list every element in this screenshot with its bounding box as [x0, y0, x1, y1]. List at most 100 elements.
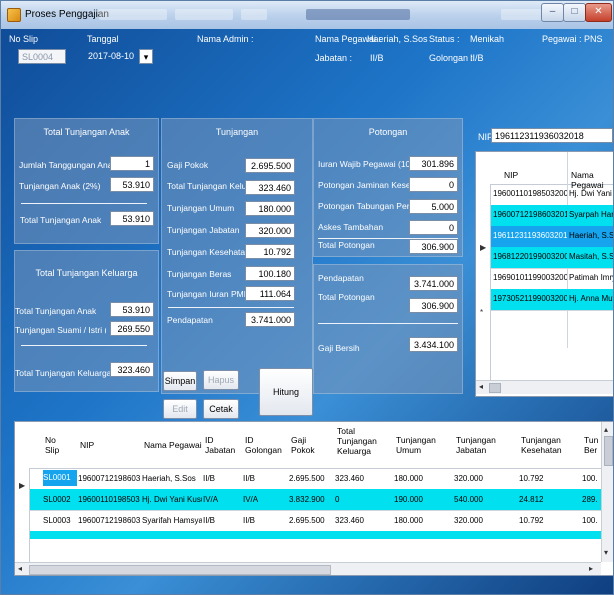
potongan-jaminan-field[interactable]: 0	[409, 177, 458, 192]
tunjangan-kesehatan-field[interactable]: 10.792	[245, 244, 295, 259]
table-cell[interactable]: SL0002	[43, 495, 77, 504]
keluarga-anak-field[interactable]: 53.910	[110, 302, 154, 317]
column-header-tunjangan-kesehatan[interactable]: Tunjangan Kesehatan	[521, 435, 562, 455]
column-header-nama-pegawai[interactable]: Nama Pegawai	[144, 440, 202, 450]
column-header-gaji-pokok[interactable]: Gaji Pokok	[291, 435, 315, 455]
edit-button[interactable]: Edit	[163, 399, 197, 419]
maximize-button[interactable]: □	[563, 3, 586, 22]
total-potongan-field[interactable]: 306.900	[409, 239, 458, 254]
jumlah-anak-field[interactable]: 1	[110, 156, 154, 171]
cell-nama[interactable]: Hj. Anna Mutay	[569, 294, 613, 303]
table-row[interactable]: SL0003196007121986032018Syarifah Hamsyah…	[30, 510, 601, 532]
scroll-thumb[interactable]	[489, 383, 501, 393]
cell-nip[interactable]: 196812201990032008	[493, 252, 567, 261]
pegawai-grid[interactable]: NIP Nama Pegawai 196001101985032009 Hj. D…	[475, 151, 613, 397]
table-row[interactable]: SL0001196007121986032018Haeriah, S.SosII…	[30, 468, 601, 490]
table-cell[interactable]: 196001101985032009	[78, 495, 140, 504]
suami-istri-field[interactable]: 269.550	[110, 321, 154, 336]
cell-nama[interactable]: Haeriah, S.Sos	[569, 231, 613, 240]
column-header-tunjangan-jabatan[interactable]: Tunjangan Jabatan	[456, 435, 496, 455]
cell-nama[interactable]: Patimah Imry, S.	[569, 273, 613, 282]
tunjangan-beras-field[interactable]: 100.180	[245, 266, 295, 281]
hitung-button[interactable]: Hitung	[259, 368, 313, 416]
simpan-button[interactable]: Simpan	[163, 371, 197, 391]
cell-nip[interactable]: 197305211990032005	[493, 294, 567, 303]
table-cell[interactable]: 196007121986032018	[78, 474, 140, 483]
table-cell[interactable]: SL0001	[43, 470, 77, 486]
table-cell[interactable]: 10.792	[519, 474, 581, 483]
scroll-left-icon[interactable]: ◂	[479, 382, 483, 391]
table-cell[interactable]: 2.695.500	[289, 516, 333, 525]
date-dropdown-button[interactable]: ▾	[139, 49, 153, 64]
scroll-up-icon[interactable]: ▴	[604, 425, 608, 434]
tunjangan-iuran-pmd-field[interactable]: 111.064	[245, 286, 295, 301]
table-cell[interactable]: Hj. Dwi Yani Kusuma,	[142, 495, 202, 504]
table-cell[interactable]: 3.832.900	[289, 495, 333, 504]
close-button[interactable]: ✕	[585, 3, 612, 22]
table-cell[interactable]: II/B	[243, 516, 287, 525]
new-row[interactable]	[30, 531, 601, 539]
column-header-nip[interactable]: NIP	[504, 170, 518, 180]
cell-nip[interactable]: 196007121986032018	[493, 210, 567, 219]
tunjangan-anak-field[interactable]: 53.910	[110, 177, 154, 192]
cetak-button[interactable]: Cetak	[203, 399, 239, 419]
column-header-id-jabatan[interactable]: ID Jabatan	[205, 435, 235, 455]
potongan-tabungan-field[interactable]: 5.000	[409, 199, 458, 214]
table-cell[interactable]: Syarifah Hamsyah, S.	[142, 516, 202, 525]
cell-nip[interactable]: 196112311936032018	[493, 231, 567, 240]
horizontal-scrollbar[interactable]: ◂ ▸	[15, 562, 601, 575]
hapus-button[interactable]: Hapus	[203, 370, 239, 390]
total-tunjangan-anak-field[interactable]: 53.910	[110, 211, 154, 226]
iuran-wajib-field[interactable]: 301.896	[409, 156, 458, 171]
column-header-no-slip[interactable]: No Slip	[45, 435, 71, 455]
column-header-id-golongan[interactable]: ID Golongan	[245, 435, 282, 455]
table-row[interactable]: 197305211990032005Hj. Anna Mutay	[491, 289, 613, 311]
horizontal-scrollbar[interactable]: ◂	[476, 380, 613, 394]
table-cell[interactable]: 320.000	[454, 474, 518, 483]
total-keluarga-field[interactable]: 323.460	[110, 362, 154, 377]
no-slip-field[interactable]: SL0004	[18, 49, 66, 64]
gaji-pokok-field[interactable]: 2.695.500	[245, 158, 295, 173]
table-cell[interactable]: II/B	[203, 516, 241, 525]
scroll-thumb[interactable]	[29, 565, 331, 575]
table-cell[interactable]: 24.812	[519, 495, 581, 504]
table-cell[interactable]: SL0003	[43, 516, 77, 525]
cell-nip[interactable]: 196001101985032009	[493, 189, 567, 198]
table-cell[interactable]: 100.	[582, 516, 600, 525]
table-cell[interactable]: IV/A	[243, 495, 287, 504]
table-cell[interactable]: 10.792	[519, 516, 581, 525]
table-row[interactable]: SL0002196001101985032009Hj. Dwi Yani Kus…	[30, 489, 601, 511]
table-cell[interactable]: 180.000	[394, 516, 452, 525]
cell-nama[interactable]: Hj. Dwi Yani Ku	[569, 189, 613, 198]
table-cell[interactable]: 289.	[582, 495, 600, 504]
table-row[interactable]: 196901011990032005Patimah Imry, S.	[491, 268, 613, 290]
table-cell[interactable]: IV/A	[203, 495, 241, 504]
gaji-potongan-field[interactable]: 306.900	[409, 298, 458, 313]
tunjangan-umum-field[interactable]: 180.000	[245, 201, 295, 216]
scroll-right-icon[interactable]: ▸	[589, 564, 593, 573]
table-cell[interactable]: II/B	[203, 474, 241, 483]
vertical-scrollbar[interactable]: ▴ ▾	[601, 422, 613, 562]
table-row[interactable]: 196112311936032018Haeriah, S.Sos	[491, 226, 613, 248]
table-cell[interactable]: 180.000	[394, 474, 452, 483]
total-tunj-keluarga-field[interactable]: 323.460	[245, 180, 295, 195]
column-header-tunjangan-umum[interactable]: Tunjangan Umum	[396, 435, 436, 455]
cell-nama[interactable]: Syarpah Hamsy	[569, 210, 613, 219]
gaji-pendapatan-field[interactable]: 3.741.000	[409, 276, 458, 291]
table-row[interactable]: 196001101985032009Hj. Dwi Yani Ku	[491, 184, 613, 206]
table-row[interactable]: 196812201990032008Masitah, S.Sos	[491, 247, 613, 269]
tunjangan-jabatan-field[interactable]: 320.000	[245, 223, 295, 238]
penggajian-grid[interactable]: No Slip NIP Nama Pegawai ID Jabatan ID G…	[14, 421, 613, 576]
table-cell[interactable]: 100.	[582, 474, 600, 483]
table-cell[interactable]: 323.460	[335, 474, 393, 483]
table-cell[interactable]: 190.000	[394, 495, 452, 504]
table-cell[interactable]: 320.000	[454, 516, 518, 525]
askes-tambahan-field[interactable]: 0	[409, 220, 458, 235]
gaji-bersih-field[interactable]: 3.434.100	[409, 337, 458, 352]
table-cell[interactable]: 0	[335, 495, 393, 504]
scroll-down-icon[interactable]: ▾	[604, 548, 608, 557]
cell-nama[interactable]: Masitah, S.Sos	[569, 252, 613, 261]
tunjangan-pendapatan-field[interactable]: 3.741.000	[245, 312, 295, 327]
column-header-tunjangan-beras[interactable]: Tun Ber	[584, 435, 602, 455]
table-cell[interactable]: 323.460	[335, 516, 393, 525]
